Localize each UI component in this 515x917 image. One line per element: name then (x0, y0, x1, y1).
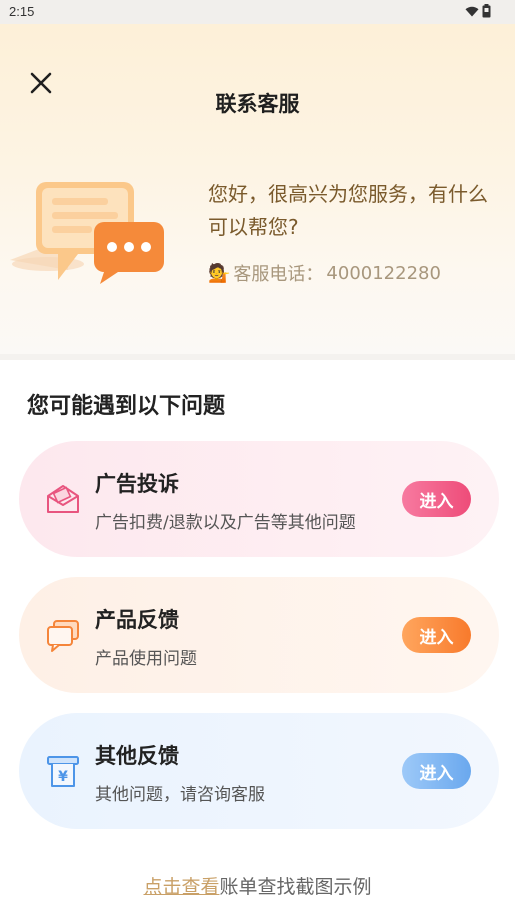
enter-button-ad[interactable]: 进入 (402, 481, 471, 517)
page-title: 联系客服 (215, 92, 300, 116)
hotline: 💁 客服电话： 4000122280 (208, 260, 441, 286)
section-divider (0, 354, 515, 360)
status-bar: 2:15 (0, 0, 515, 24)
greeting-text: 您好，很高兴为您服务，有什么可以帮您? (208, 182, 488, 239)
card-desc: 其他问题，请咨询客服 (95, 785, 265, 805)
footer: 点击查看账单查找截图示例 (0, 872, 515, 899)
card-desc: 广告扣费/退款以及广告等其他问题 (95, 513, 356, 533)
enter-button-product[interactable]: 进入 (402, 617, 471, 653)
footer-text: 账单查找截图示例 (219, 876, 372, 898)
card-other-feedback[interactable]: ¥ 其他反馈 其他问题，请咨询客服 进入 (19, 713, 499, 829)
card-title: 产品反馈 (95, 608, 179, 632)
card-ad-complaint[interactable]: 广告投诉 广告扣费/退款以及广告等其他问题 进入 (19, 441, 499, 557)
chat-illustration-icon (10, 182, 164, 284)
service-agent-icon: 💁 (208, 262, 231, 284)
yuan-receipt-icon: ¥ (47, 756, 79, 787)
card-desc: 产品使用问题 (95, 649, 197, 669)
card-title: 其他反馈 (95, 744, 179, 768)
hotline-label: 客服电话： (233, 264, 324, 285)
enter-button-other[interactable]: 进入 (402, 753, 471, 789)
envelope-icon (47, 485, 79, 513)
status-icons (465, 4, 491, 18)
card-product-feedback[interactable]: 产品反馈 产品使用问题 进入 (19, 577, 499, 693)
chat-bubbles-icon (47, 620, 79, 652)
hotline-number: 4000122280 (326, 262, 441, 284)
section-title: 您可能遇到以下问题 (27, 394, 226, 419)
wifi-icon (465, 6, 479, 16)
status-time: 2:15 (9, 4, 35, 19)
card-title: 广告投诉 (95, 472, 179, 496)
view-bill-screenshot-link[interactable]: 点击查看 (143, 876, 219, 898)
battery-icon (482, 4, 491, 18)
svg-text:¥: ¥ (58, 769, 68, 785)
